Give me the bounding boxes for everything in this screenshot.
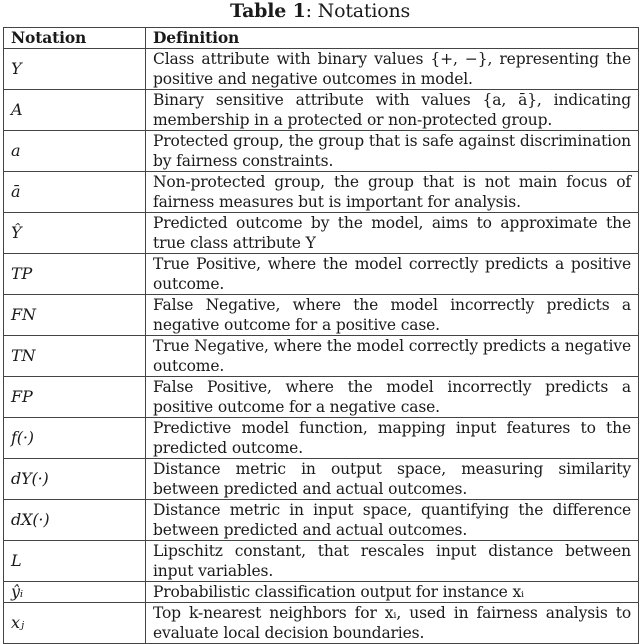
notation-cell: TN [3,335,146,377]
notation-cell: ŷᵢ [3,581,146,603]
table-row: a Protected group, the group that is safe… [3,130,639,172]
definition-cell: Predicted outcome by the model, aims to … [145,212,639,254]
table-row: dY(·) Distance metric in output space, me… [3,458,639,500]
definition-cell: False Negative, where the model incorrec… [145,294,639,336]
table-row: dX(·) Distance metric in input space, qua… [3,499,639,541]
notation-cell: dY(·) [3,458,146,500]
table-row: Ŷ Predicted outcome by the model, aims to… [3,212,639,254]
caption-label: Table 1 [229,0,306,22]
notations-table: Notation Definition Y Class attribute wit… [3,27,639,644]
definition-cell: True Positive, where the model correctly… [145,253,639,295]
definition-cell: Top k-nearest neighbors for xᵢ, used in … [145,602,639,644]
table-row: ā Non-protected group, the group that is … [3,171,639,213]
table-row: L Lipschitz constant, that rescales input… [3,540,639,582]
table-row: ŷᵢ Probabilistic classification output fo… [3,581,639,603]
notation-cell: dX(·) [3,499,146,541]
header-row: Notation Definition [3,27,639,49]
notation-cell: Y [3,48,146,90]
table-row: A Binary sensitive attribute with values … [3,89,639,131]
header-notation: Notation [3,27,146,49]
notation-cell: FP [3,376,146,418]
caption-separator: : [305,0,318,22]
definition-cell: Distance metric in input space, quantify… [145,499,639,541]
table-row: TN True Negative, where the model correct… [3,335,639,377]
notation-cell: L [3,540,146,582]
definition-cell: Protected group, the group that is safe … [145,130,639,172]
table-row: FN False Negative, where the model incorr… [3,294,639,336]
definition-cell: Class attribute with binary values {+, −… [145,48,639,90]
notation-cell: f(·) [3,417,146,459]
header-definition: Definition [145,27,639,49]
table-row: TP True Positive, where the model correct… [3,253,639,295]
definition-cell: Non-protected group, the group that is n… [145,171,639,213]
caption-title: Notations [317,0,411,22]
notation-cell: Ŷ [3,212,146,254]
notation-cell: FN [3,294,146,336]
notation-cell: a [3,130,146,172]
table-row: Y Class attribute with binary values {+, … [3,48,639,90]
notation-cell: xⱼ [3,602,146,644]
table-row: f(·) Predictive model function, mapping i… [3,417,639,459]
definition-cell: Predictive model function, mapping input… [145,417,639,459]
definition-cell: Distance metric in output space, measuri… [145,458,639,500]
definition-cell: False Positive, where the model incorrec… [145,376,639,418]
notation-cell: A [3,89,146,131]
definition-cell: True Negative, where the model correctly… [145,335,639,377]
table-row: xⱼ Top k-nearest neighbors for xᵢ, used i… [3,602,639,644]
definition-cell: Lipschitz constant, that rescales input … [145,540,639,582]
notation-cell: ā [3,171,146,213]
table-caption: Table 1: Notations [0,0,640,22]
definition-cell: Binary sensitive attribute with values {… [145,89,639,131]
definition-cell: Probabilistic classification output for … [145,581,639,603]
table-row: FP False Positive, where the model incorr… [3,376,639,418]
notation-cell: TP [3,253,146,295]
